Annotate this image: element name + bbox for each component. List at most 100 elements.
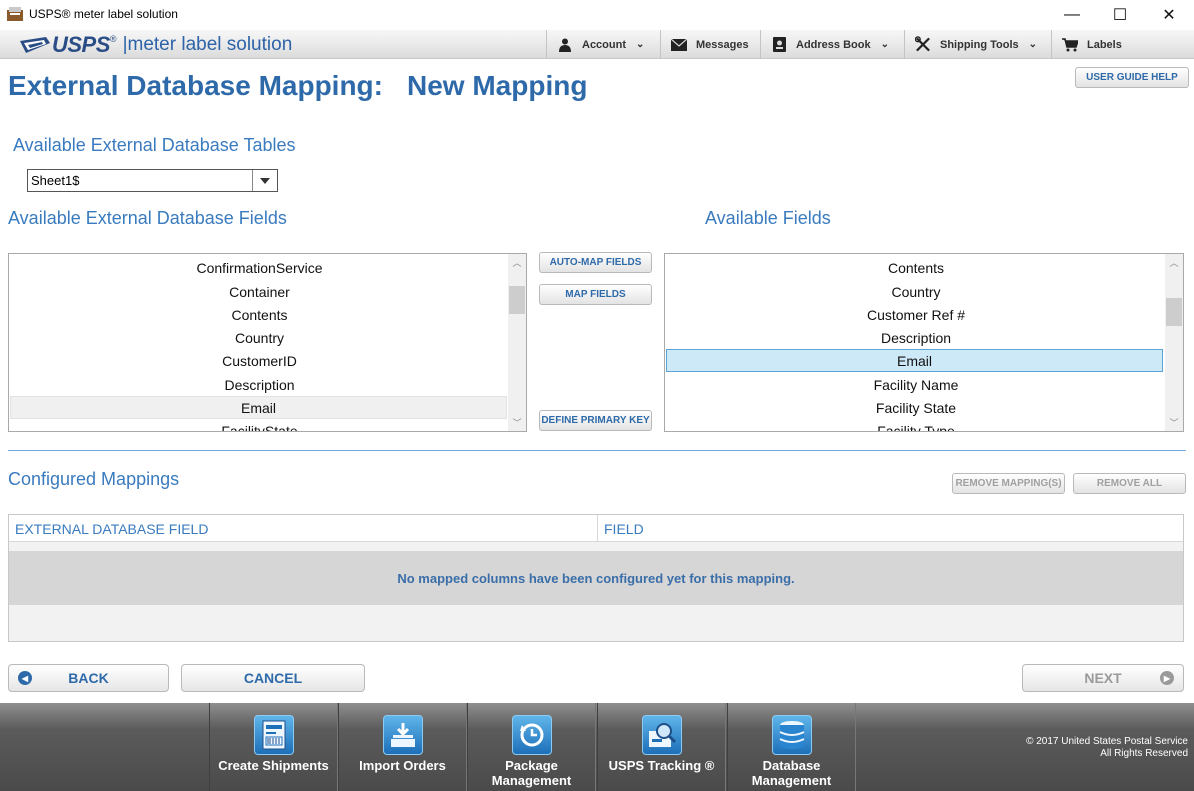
brand-subtitle: |meter label solution <box>122 33 293 55</box>
list-item[interactable]: Contents <box>10 303 509 326</box>
cart-icon <box>1062 37 1078 53</box>
tables-section-label: Available External Database Tables <box>13 135 296 155</box>
chevron-down-icon: ⌄ <box>636 39 645 50</box>
nav-labels[interactable]: Labels <box>1051 30 1194 59</box>
external-fields-scrollbar[interactable]: ︿ ﹀ <box>508 254 526 431</box>
footer-label: Create Shipments <box>218 758 329 773</box>
tools-icon <box>915 36 931 53</box>
cancel-button[interactable]: CANCEL <box>181 664 365 692</box>
list-item[interactable]: Description <box>10 373 509 396</box>
chevron-down-icon: ⌄ <box>880 39 889 50</box>
brand-registered: ® <box>109 33 117 44</box>
copyright-line-1: © 2017 United States Postal Service <box>1026 736 1188 747</box>
usps-logo: USPS ® |meter label solution <box>20 32 292 57</box>
address-book-icon <box>771 37 787 53</box>
back-button-label: BACK <box>68 670 109 686</box>
footer-label: USPS Tracking ® <box>608 758 715 773</box>
nav-address-book[interactable]: Address Book ⌄ <box>760 30 904 59</box>
tracking-icon <box>641 715 682 755</box>
auto-map-fields-button[interactable]: AUTO-MAP FIELDS <box>539 252 652 273</box>
envelope-icon <box>671 37 687 53</box>
scroll-up-icon[interactable]: ︿ <box>1165 254 1183 271</box>
list-item[interactable]: Contents <box>666 256 1166 279</box>
scroll-thumb[interactable] <box>1166 298 1182 326</box>
nav-messages[interactable]: Messages <box>660 30 760 59</box>
page-title: External Database Mapping: New Mapping <box>8 70 587 102</box>
eagle-icon <box>20 36 50 53</box>
page-title-sub: New Mapping <box>406 70 588 101</box>
chevron-down-icon: ⌄ <box>1028 39 1038 50</box>
list-item[interactable]: ConfirmationService <box>10 256 509 279</box>
scroll-down-icon[interactable]: ﹀ <box>1165 414 1183 431</box>
nav-shipping-tools[interactable]: Shipping Tools ⌄ <box>904 30 1051 59</box>
list-item[interactable]: Facility Name <box>666 373 1166 396</box>
list-item[interactable]: Customer Ref # <box>666 303 1166 326</box>
footer-bar: Create Shipments Import Orders Package M… <box>0 703 1194 791</box>
scroll-down-icon[interactable]: ﹀ <box>508 414 526 431</box>
list-item[interactable]: Description <box>666 326 1166 349</box>
list-item[interactable]: Facility State <box>666 396 1166 419</box>
package-management-icon <box>511 715 552 755</box>
available-fields-scrollbar[interactable]: ︿ ﹀ <box>1165 254 1183 431</box>
list-item[interactable]: CustomerID <box>10 349 509 372</box>
footer-import-orders[interactable]: Import Orders <box>338 703 467 791</box>
nav-messages-label: Messages <box>696 38 749 51</box>
database-table-value: Sheet1$ <box>31 173 80 188</box>
list-item[interactable]: Country <box>10 326 509 349</box>
scroll-up-icon[interactable]: ︿ <box>508 254 526 271</box>
copyright: © 2017 United States Postal Service All … <box>1026 736 1188 760</box>
footer-package-management[interactable]: Package Management <box>467 703 596 791</box>
external-fields-list[interactable]: ConfirmationService Container Contents C… <box>8 253 527 432</box>
next-button-label: NEXT <box>1084 670 1122 686</box>
list-item[interactable]: Country <box>666 280 1166 303</box>
back-button[interactable]: ◀ BACK <box>8 664 169 692</box>
external-fields-label: Available External Database Fields <box>8 208 287 228</box>
nav-shipping-tools-label: Shipping Tools <box>940 38 1019 51</box>
footer-label: Database Management <box>751 758 832 788</box>
window-titlebar: USPS® meter label solution — ☐ ✕ <box>0 0 1194 30</box>
close-window-button[interactable]: ✕ <box>1146 0 1192 30</box>
list-item[interactable]: FacilityState <box>10 419 509 432</box>
available-fields-list[interactable]: Contents Country Customer Ref # Descript… <box>664 253 1184 432</box>
nav-account-label: Account <box>582 38 626 51</box>
dropdown-arrow-icon[interactable] <box>252 170 277 191</box>
remove-all-button[interactable]: REMOVE ALL <box>1073 473 1186 494</box>
footer-database-management[interactable]: Database Management <box>727 703 856 791</box>
configured-mappings-label: Configured Mappings <box>8 469 180 489</box>
list-item[interactable]: Facility Type <box>666 419 1166 432</box>
column-header-external-field[interactable]: EXTERNAL DATABASE FIELD <box>9 515 597 542</box>
remove-mappings-button[interactable]: REMOVE MAPPING(S) <box>952 473 1065 494</box>
define-primary-key-button[interactable]: DEFINE PRIMARY KEY <box>539 410 652 431</box>
mappings-table: EXTERNAL DATABASE FIELD FIELD No mapped … <box>8 514 1184 642</box>
map-fields-button[interactable]: MAP FIELDS <box>539 284 652 305</box>
footer-label: Package Management <box>491 758 572 788</box>
nav-labels-label: Labels <box>1087 38 1122 51</box>
list-item-selected[interactable]: Email <box>10 396 507 419</box>
scroll-thumb[interactable] <box>509 286 525 314</box>
footer-label: Import Orders <box>359 758 446 773</box>
user-guide-help-button[interactable]: USER GUIDE HELP <box>1075 67 1189 88</box>
available-fields-label: Available Fields <box>705 208 831 228</box>
column-header-field[interactable]: FIELD <box>597 515 1183 542</box>
section-divider <box>8 450 1186 451</box>
brand-name: USPS <box>52 31 110 57</box>
app-icon <box>7 7 23 21</box>
database-icon <box>771 715 812 755</box>
footer-usps-tracking[interactable]: USPS Tracking ® <box>597 703 726 791</box>
copyright-line-2: All Rights Reserved <box>1100 748 1188 759</box>
minimize-button[interactable]: — <box>1049 0 1095 30</box>
page-title-main: External Database Mapping: <box>8 70 383 101</box>
table-header: EXTERNAL DATABASE FIELD FIELD <box>9 515 1183 542</box>
create-shipments-icon <box>253 715 294 755</box>
database-table-select[interactable]: Sheet1$ <box>27 169 278 192</box>
arrow-right-icon: ▶ <box>1160 671 1174 685</box>
list-item-selected[interactable]: Email <box>666 349 1163 372</box>
nav-account[interactable]: Account ⌄ <box>546 30 660 59</box>
list-item[interactable]: Container <box>10 280 509 303</box>
next-button[interactable]: NEXT ▶ <box>1022 664 1184 692</box>
footer-create-shipments[interactable]: Create Shipments <box>209 703 338 791</box>
window-title: USPS® meter label solution <box>29 7 178 21</box>
top-navigation: USPS ® |meter label solution Account ⌄ M… <box>0 30 1194 59</box>
import-orders-icon <box>382 715 423 755</box>
maximize-button[interactable]: ☐ <box>1097 0 1143 30</box>
